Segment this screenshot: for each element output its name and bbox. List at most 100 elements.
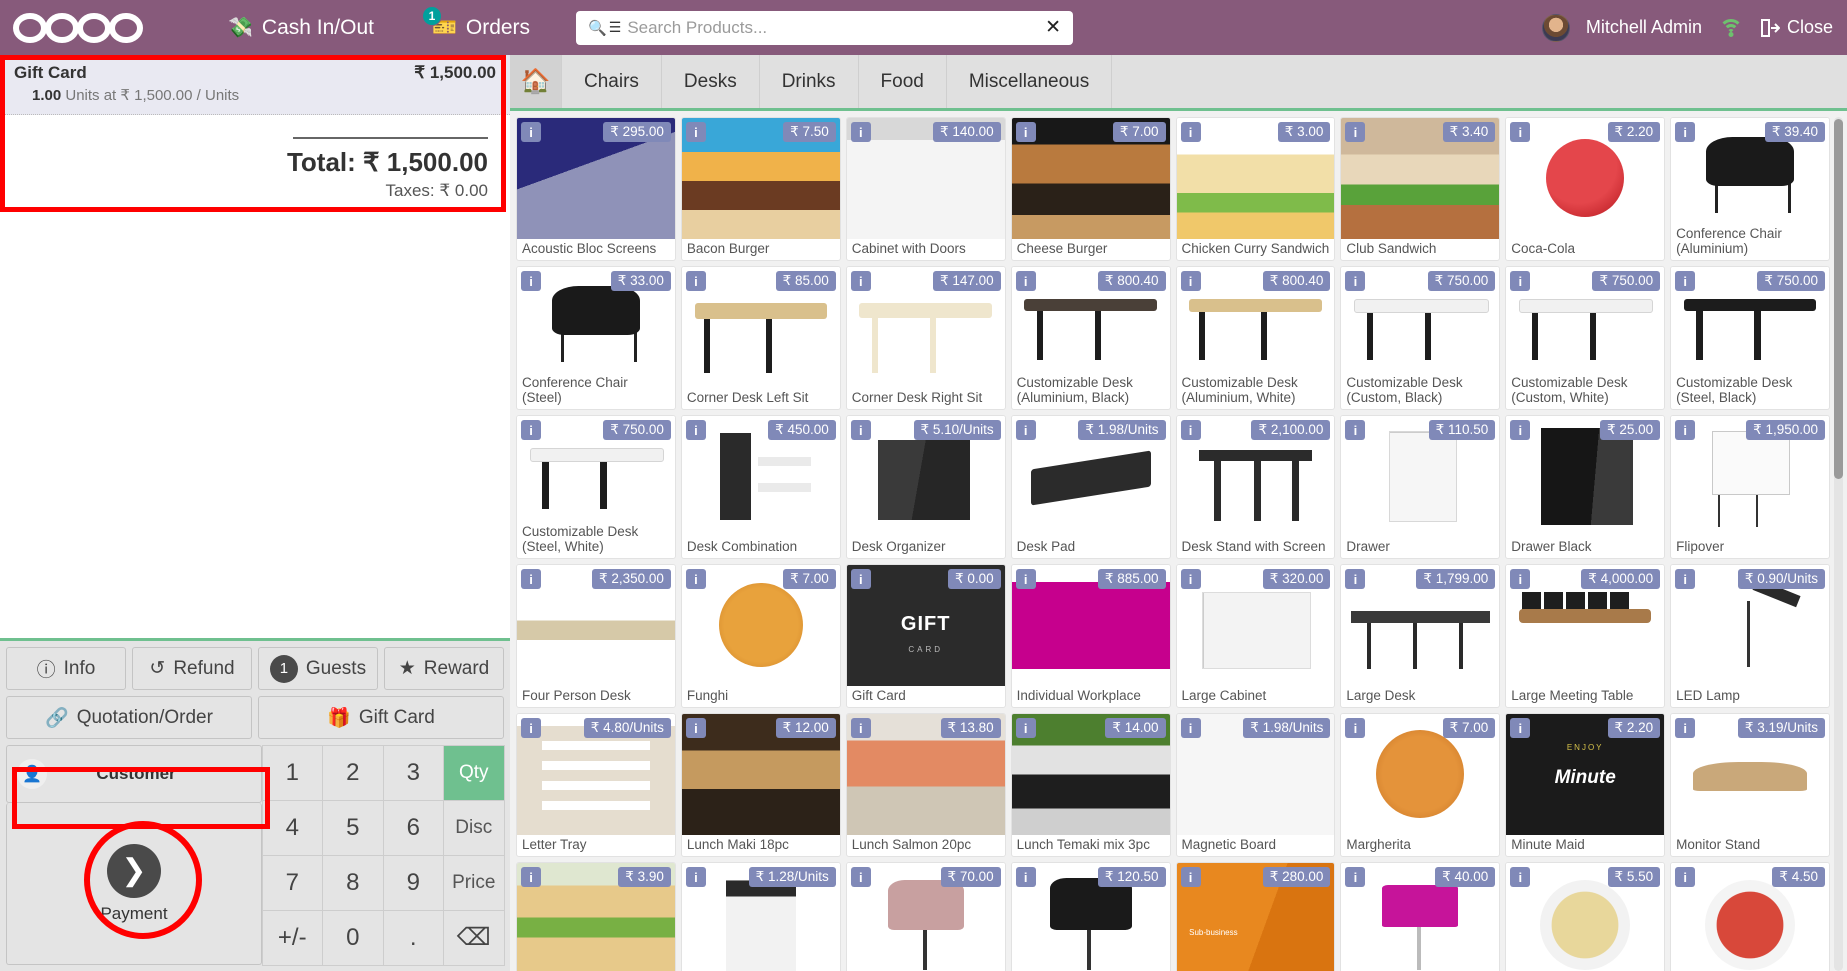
product-card[interactable]: Magnetic Board i ₹ 1.98/Units [1175,713,1336,857]
info-icon[interactable]: i [1180,569,1201,589]
numpad-key-6[interactable]: 6 [382,799,444,856]
product-card[interactable]: Funghi i ₹ 7.00 [680,564,841,708]
product-card[interactable]: i ₹ 40.00 [1340,862,1501,971]
numpad-mode-disc[interactable]: Disc [443,799,505,856]
info-icon[interactable]: i [685,569,706,589]
product-card[interactable]: Letter Tray i ₹ 4.80/Units [516,713,676,857]
numpad-key-0[interactable]: 0 [322,909,384,966]
user-name-label[interactable]: Mitchell Admin [1586,17,1702,38]
info-icon[interactable]: i [1015,569,1036,589]
product-card[interactable]: i ₹ 1.28/Units [680,862,841,971]
gift-card-button[interactable]: 🎁 Gift Card [258,696,504,739]
product-card[interactable]: i ₹ 4.50 [1670,862,1830,971]
product-card[interactable]: Lunch Salmon 20pc i ₹ 13.80 [845,713,1006,857]
product-card[interactable]: Four Person Desk i ₹ 2,350.00 [516,564,676,708]
info-icon[interactable]: i [850,420,871,440]
info-icon[interactable]: i [1180,718,1201,738]
info-icon[interactable]: i [850,569,871,589]
category-miscellaneous[interactable]: Miscellaneous [947,55,1113,108]
info-icon[interactable]: i [850,718,871,738]
info-icon[interactable]: i [1345,718,1366,738]
info-icon[interactable]: i [1675,569,1696,589]
numpad-key-4[interactable]: 4 [261,799,323,856]
product-card[interactable]: Bacon Burger i ₹ 7.50 [680,117,841,261]
product-card[interactable]: Drawer Black i ₹ 25.00 [1505,415,1666,559]
product-card[interactable]: Chicken Curry Sandwich i ₹ 3.00 [1175,117,1336,261]
numpad-key-decimal[interactable]: . [382,909,444,966]
product-card[interactable]: i ₹ 5.50 [1505,862,1666,971]
info-icon[interactable]: i [1180,122,1201,142]
odoo-logo[interactable] [0,12,160,43]
product-card[interactable]: Customizable Desk (Aluminium, White) i ₹ 8… [1175,266,1336,410]
product-card[interactable]: Minute Maid i ₹ 2.20 [1505,713,1666,857]
category-desks[interactable]: Desks [662,55,760,108]
info-icon[interactable]: i [850,271,871,291]
customer-button[interactable]: 👤 Customer [6,745,262,803]
info-icon[interactable]: i [1015,420,1036,440]
product-card[interactable]: Customizable Desk (Aluminium, Black) i ₹ 8… [1010,266,1171,410]
product-card[interactable]: Office Designi₹ 280.00 [1175,862,1336,971]
product-card[interactable]: Cabinet with Doors i ₹ 140.00 [845,117,1006,261]
numpad-key-1[interactable]: 1 [261,744,323,801]
product-card[interactable]: Customizable Desk (Steel, White) i ₹ 750.0… [516,415,676,559]
product-card[interactable]: Desk Organizer i ₹ 5.10/Units [845,415,1006,559]
product-card[interactable]: Customizable Desk (Steel, Black) i ₹ 750.0… [1670,266,1830,410]
info-icon[interactable]: i [1510,569,1531,589]
info-icon[interactable]: i [1015,718,1036,738]
numpad-key-9[interactable]: 9 [382,854,444,911]
product-card[interactable]: i ₹ 3.90 [516,862,676,971]
info-icon[interactable]: i [1675,420,1696,440]
numpad-key-5[interactable]: 5 [322,799,384,856]
product-card[interactable]: Corner Desk Right Sit i ₹ 147.00 [845,266,1006,410]
category-chairs[interactable]: Chairs [562,55,662,108]
product-card[interactable]: Lunch Maki 18pc i ₹ 12.00 [680,713,841,857]
product-card[interactable]: Acoustic Bloc Screens i ₹ 295.00 [516,117,676,261]
product-card[interactable]: Margherita i ₹ 7.00 [1340,713,1501,857]
product-card[interactable]: LED Lamp i ₹ 0.90/Units [1670,564,1830,708]
product-scrollbar[interactable] [1834,117,1843,971]
numpad-key-plusminus[interactable]: +/- [261,909,323,966]
info-icon[interactable]: i [1015,122,1036,142]
product-card[interactable]: Drawer i ₹ 110.50 [1340,415,1501,559]
info-icon[interactable]: i [1510,420,1531,440]
product-scrollbar-thumb[interactable] [1834,119,1843,479]
product-card[interactable]: Corner Desk Left Sit i ₹ 85.00 [680,266,841,410]
product-card[interactable]: Club Sandwich i ₹ 3.40 [1340,117,1501,261]
numpad-key-3[interactable]: 3 [382,744,444,801]
info-icon[interactable]: i [685,420,706,440]
product-card[interactable]: Cheese Burger i ₹ 7.00 [1010,117,1171,261]
info-icon[interactable]: i [1015,867,1036,887]
product-card[interactable]: i ₹ 70.00 [845,862,1006,971]
search-bar[interactable]: 🔍 ☰ ✕ [576,10,1074,45]
product-card[interactable]: Desk Combination i ₹ 450.00 [680,415,841,559]
info-icon[interactable]: i [1180,271,1201,291]
quotation-order-button[interactable]: 🔗 Quotation/Order [6,696,252,739]
category-food[interactable]: Food [859,55,947,108]
product-card[interactable]: Customizable Desk (Custom, White) i ₹ 750.… [1505,266,1666,410]
backspace-icon[interactable]: ⌫ [443,909,505,966]
info-icon[interactable]: i [521,122,541,142]
numpad-key-7[interactable]: 7 [261,854,323,911]
category-drinks[interactable]: Drinks [760,55,859,108]
orders-button[interactable]: 1 🎫 Orders [414,0,548,55]
product-card[interactable]: Monitor Stand i ₹ 3.19/Units [1670,713,1830,857]
product-card[interactable]: Large Desk i ₹ 1,799.00 [1340,564,1501,708]
info-icon[interactable]: i [1345,569,1366,589]
product-card[interactable]: Individual Workplace i ₹ 885.00 [1010,564,1171,708]
info-icon[interactable]: i [685,122,706,142]
info-icon[interactable]: i [1510,122,1531,142]
numpad-mode-price[interactable]: Price [443,854,505,911]
product-card[interactable]: Coca-Cola i ₹ 2.20 [1505,117,1666,261]
refund-button[interactable]: ↺ Refund [132,647,252,690]
info-icon[interactable]: i [685,271,706,291]
product-card[interactable]: Desk Stand with Screen i ₹ 2,100.00 [1175,415,1336,559]
numpad-key-8[interactable]: 8 [322,854,384,911]
info-icon[interactable]: i [1510,718,1531,738]
cash-in-out-button[interactable]: 💸 Cash In/Out [210,0,392,55]
info-icon[interactable]: i [521,420,541,440]
search-input[interactable] [627,17,1040,38]
info-icon[interactable]: i [1015,271,1036,291]
info-icon[interactable]: i [1345,122,1366,142]
info-icon[interactable]: i [1510,271,1531,291]
info-icon[interactable]: i [1345,420,1366,440]
